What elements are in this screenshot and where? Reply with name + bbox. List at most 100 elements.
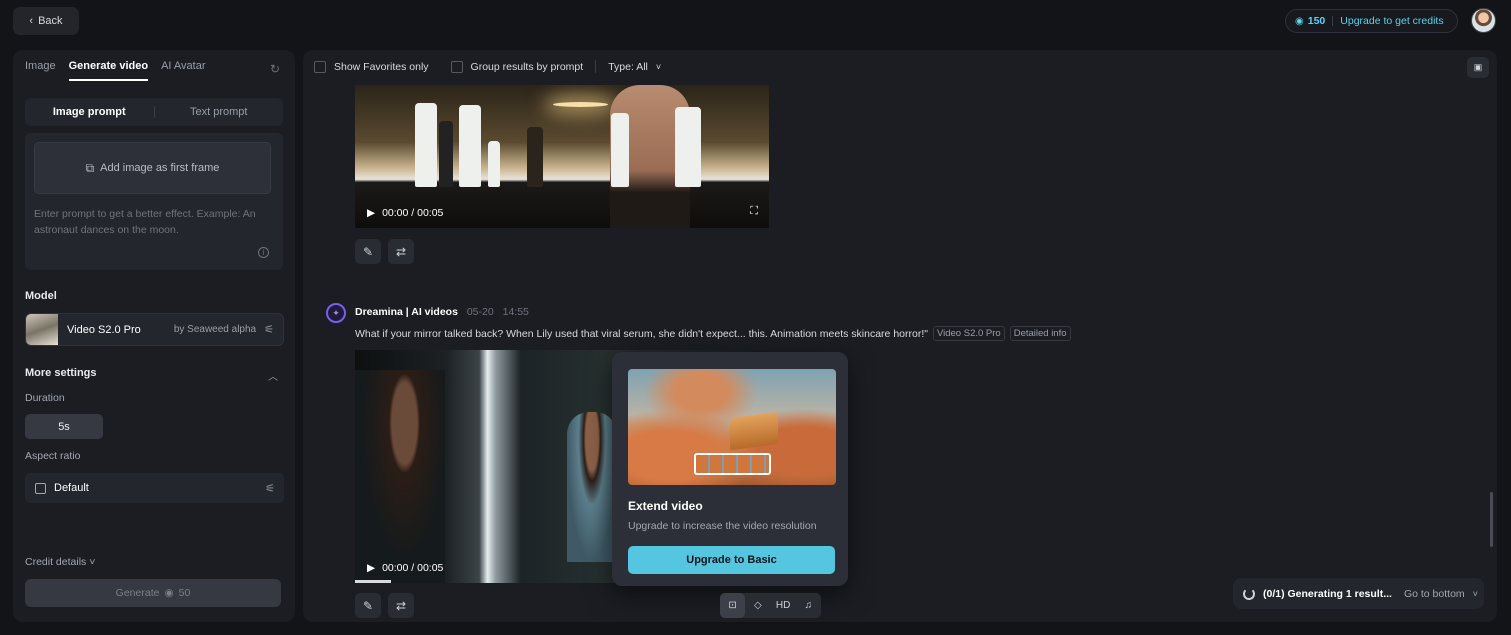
divider — [595, 60, 597, 73]
generation-status: (0/1) Generating 1 result... Go to botto… — [1233, 578, 1484, 609]
video-actions: ✎ ⇄ — [355, 239, 414, 264]
bottle — [675, 107, 701, 187]
duration-option[interactable]: 5s — [25, 414, 103, 439]
video-actions: ✎ ⇄ — [355, 593, 414, 618]
top-bar: ‹ Back ◉ 150 Upgrade to get credits — [0, 0, 1511, 42]
extend-video-popover: Extend video Upgrade to increase the vid… — [612, 352, 848, 586]
timeline-strip — [694, 453, 771, 475]
tab-ai-avatar[interactable]: AI Avatar — [161, 60, 205, 81]
generate-cost: 50 — [178, 587, 191, 599]
chevron-down-icon: ˅ — [1472, 588, 1478, 599]
duration-label: Duration — [25, 392, 65, 404]
generating-text: (0/1) Generating 1 result... — [1263, 587, 1392, 600]
play-icon[interactable]: ▶ — [367, 207, 375, 219]
group-checkbox[interactable] — [450, 60, 463, 73]
video-time: 00:00 / 00:05 — [382, 562, 444, 574]
lip-sync-icon[interactable]: ◇ — [745, 593, 770, 618]
prompt-mode-toggle: Image prompt Text prompt — [25, 98, 283, 126]
favorites-checkbox[interactable] — [314, 60, 326, 73]
tab-image[interactable]: Image — [25, 60, 56, 81]
model-thumbnail — [26, 314, 58, 345]
generate-label: Generate — [115, 587, 160, 599]
bottle — [527, 127, 543, 187]
message-prompt: What if your mirror talked back? When Li… — [355, 326, 1071, 341]
person — [355, 370, 445, 583]
upgrade-basic-button[interactable]: Upgrade to Basic — [628, 546, 835, 574]
scrollbar[interactable] — [1490, 492, 1493, 547]
generation-tabs: Image Generate video AI Avatar — [25, 60, 206, 81]
spinner-icon — [1243, 587, 1255, 600]
regenerate-icon[interactable]: ⇄ — [388, 593, 414, 618]
avatar[interactable] — [1471, 8, 1496, 33]
model-provider: by Seaweed alpha — [173, 324, 257, 335]
bottle — [611, 113, 629, 187]
prompt-input[interactable]: Enter prompt to get a better effect. Exa… — [34, 206, 270, 238]
image-prompt-tab[interactable]: Image prompt — [25, 98, 154, 126]
generate-button[interactable]: Generate ◉ 50 — [25, 579, 281, 607]
info-icon[interactable]: i — [258, 247, 269, 258]
results-panel: Show Favorites only Group results by pro… — [303, 50, 1497, 622]
lamp — [553, 102, 608, 107]
edit-icon[interactable]: ✎ — [355, 239, 381, 264]
sliders-icon: ⚟ — [265, 482, 275, 495]
credits-pill[interactable]: ◉ 150 Upgrade to get credits — [1285, 9, 1458, 33]
chevron-down-icon: ˅ — [89, 556, 96, 568]
more-settings-heading[interactable]: More settings — [25, 367, 97, 379]
back-label: Back — [38, 15, 63, 27]
extend-preview-image — [628, 369, 836, 485]
popover-subtitle: Upgrade to increase the video resolution — [628, 520, 817, 532]
video-controls: ▶ 00:00 / 00:05 — [367, 207, 443, 219]
model-selector[interactable]: Video S2.0 Pro by Seaweed alpha ⚟ — [25, 313, 284, 346]
popover-title: Extend video — [628, 499, 703, 513]
regenerate-icon[interactable]: ⇄ — [388, 239, 414, 264]
model-name: Video S2.0 Pro — [67, 323, 141, 336]
video-controls: ▶ 00:00 / 00:05 — [367, 562, 443, 574]
sidebar: Image Generate video AI Avatar ↻ Image p… — [13, 50, 295, 622]
credits-count: 150 — [1307, 15, 1326, 27]
video-result-1[interactable]: ▶ 00:00 / 00:05 ⛶ — [355, 85, 769, 228]
add-first-frame-button[interactable]: ⧉ Add image as first frame — [34, 142, 271, 194]
refresh-icon[interactable]: ↻ — [270, 62, 280, 76]
favorites-label[interactable]: Show Favorites only — [334, 61, 429, 73]
fullscreen-icon[interactable]: ⛶ — [750, 205, 758, 218]
add-image-label: Add image as first frame — [100, 162, 220, 174]
detailed-info-link[interactable]: Detailed info — [1009, 326, 1071, 341]
chevron-up-icon[interactable]: ︿ — [268, 368, 278, 383]
train — [730, 411, 778, 451]
text-prompt-tab[interactable]: Text prompt — [155, 98, 284, 126]
bottle — [488, 141, 500, 187]
type-filter[interactable]: Type: All — [608, 61, 648, 73]
extend-icon[interactable]: ⊡ — [720, 593, 746, 618]
prompt-box: ⧉ Add image as first frame Enter prompt … — [25, 133, 283, 270]
back-button[interactable]: ‹ Back — [13, 7, 79, 35]
music-icon[interactable]: ♫ — [796, 593, 821, 618]
folder-icon[interactable]: ▣ — [1467, 57, 1489, 78]
hd-button[interactable]: HD — [771, 593, 796, 618]
person — [567, 412, 617, 562]
prompt-text: What if your mirror talked back? When Li… — [355, 327, 928, 340]
message-time: 14:55 — [502, 306, 529, 318]
upgrade-credits-link[interactable]: Upgrade to get credits — [1340, 15, 1443, 27]
bottle — [439, 121, 453, 187]
filter-bar: Show Favorites only Group results by pro… — [314, 60, 661, 73]
edit-icon[interactable]: ✎ — [355, 593, 381, 618]
credit-icon: ◉ — [164, 587, 174, 599]
aspect-ratio-value: Default — [54, 482, 89, 494]
dreamina-logo-icon: ✦ — [326, 303, 346, 323]
play-icon[interactable]: ▶ — [367, 562, 375, 574]
group-label[interactable]: Group results by prompt — [471, 61, 584, 73]
go-to-bottom-link[interactable]: Go to bottom — [1404, 588, 1465, 600]
tab-generate-video[interactable]: Generate video — [68, 60, 149, 81]
divider — [1332, 16, 1334, 26]
chevron-down-icon: ˅ — [655, 61, 662, 72]
progress-bar[interactable] — [355, 580, 391, 583]
credit-details-toggle[interactable]: Credit details ˅ — [25, 556, 95, 568]
model-tag: Video S2.0 Pro — [932, 326, 1005, 341]
aspect-ratio-label: Aspect ratio — [25, 450, 81, 462]
message-date: 05-20 — [466, 306, 494, 318]
aspect-ratio-selector[interactable]: Default ⚟ — [25, 473, 284, 503]
bottle — [459, 105, 481, 187]
image-add-icon: ⧉ — [85, 160, 95, 175]
message-header: Dreamina | AI videos 05-20 14:55 — [355, 306, 529, 318]
sliders-icon: ⚟ — [264, 324, 274, 336]
